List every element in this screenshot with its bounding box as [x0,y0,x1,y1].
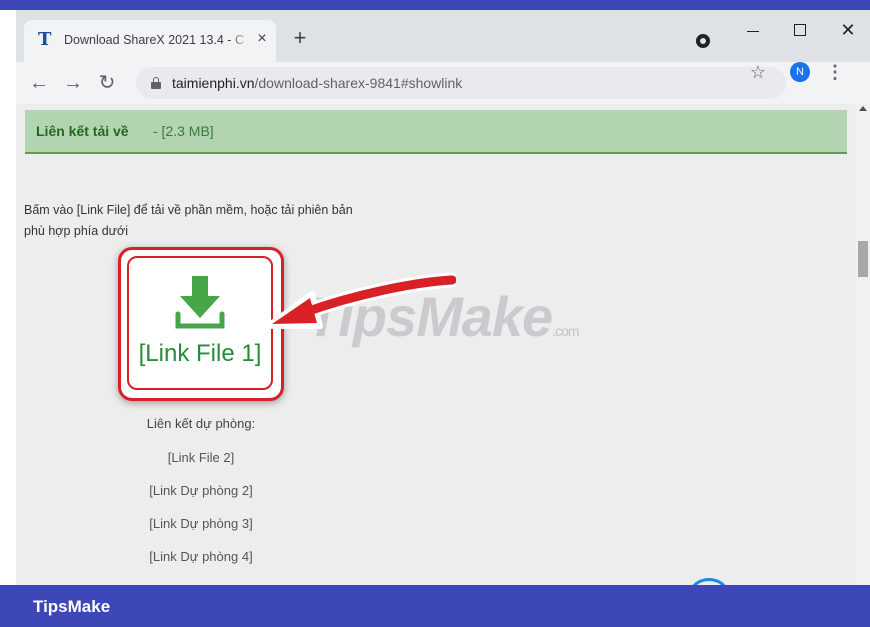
download-links-header: Liên kết tải về - [2.3 MB] [25,110,847,154]
link-file-1[interactable]: [Link File 1] [129,340,271,368]
download-header-label: Liên kết tải về [36,123,129,139]
address-url[interactable]: taimienphi.vn/download-sharex-9841#showl… [172,75,462,91]
profile-avatar[interactable]: N [790,62,810,82]
maximize-button[interactable] [794,24,806,36]
download-instruction: Bấm vào [Link File] để tải về phần mềm, … [24,203,353,238]
scroll-up-icon[interactable] [859,106,867,111]
browser-menu-icon[interactable]: ⋮ [826,60,844,84]
bookmark-star-icon[interactable]: ☆ [747,61,769,83]
new-tab-button[interactable]: + [289,27,311,49]
forward-button[interactable]: → [62,72,84,94]
reload-button[interactable]: ↻ [96,72,118,94]
link-du-phong-3[interactable]: [Link Dự phòng 3] [116,516,286,531]
back-button[interactable]: ← [28,72,50,94]
tab-strip: T Download ShareX 2021 13.4 - Ch × + ✕ [16,10,870,62]
url-path: /download-sharex-9841#showlink [254,75,463,91]
mirror-links-label: Liên kết dự phòng: [146,416,256,431]
lock-icon[interactable] [151,77,161,89]
minimize-button[interactable] [743,22,763,42]
address-bar[interactable]: taimienphi.vn/download-sharex-9841#showl… [136,67,786,99]
download-file-size: - [2.3 MB] [153,123,214,139]
tab-download-sharex[interactable]: T Download ShareX 2021 13.4 - Ch × [24,20,276,62]
link-du-phong-2[interactable]: [Link Dự phòng 2] [116,483,286,498]
scroll-thumb[interactable] [858,241,868,277]
tab-title: Download ShareX 2021 13.4 - Ch [64,33,244,47]
extension-icon[interactable] [696,34,710,48]
tab-close-icon[interactable]: × [254,30,270,48]
watermark-suffix: .com [552,323,579,339]
window-close-button[interactable]: ✕ [838,20,858,40]
browser-window: T Download ShareX 2021 13.4 - Ch × + ✕ ←… [16,10,870,585]
download-arrow-icon [175,276,225,329]
primary-download-button[interactable]: [Link File 1] [127,256,273,390]
url-domain: taimienphi.vn [172,75,255,91]
taimienphi-favicon-icon: T [38,29,52,50]
vertical-scrollbar[interactable] [856,104,870,585]
frame-top-border [0,0,870,10]
pointer-arrow-icon [266,272,456,329]
link-du-phong-4[interactable]: [Link Dự phòng 4] [116,549,286,564]
browser-toolbar: ← → ↻ taimienphi.vn/download-sharex-9841… [16,62,870,104]
corner-logo-icon [686,578,732,585]
tab-title-fade [229,28,251,52]
brand-footer: TipsMake [0,585,870,627]
brand-name: TipsMake [33,597,111,616]
primary-download-highlight: [Link File 1] [118,247,284,401]
page-content: Liên kết tải về - [2.3 MB] Bấm vào [Link… [16,104,856,585]
link-file-2[interactable]: [Link File 2] [116,450,286,465]
